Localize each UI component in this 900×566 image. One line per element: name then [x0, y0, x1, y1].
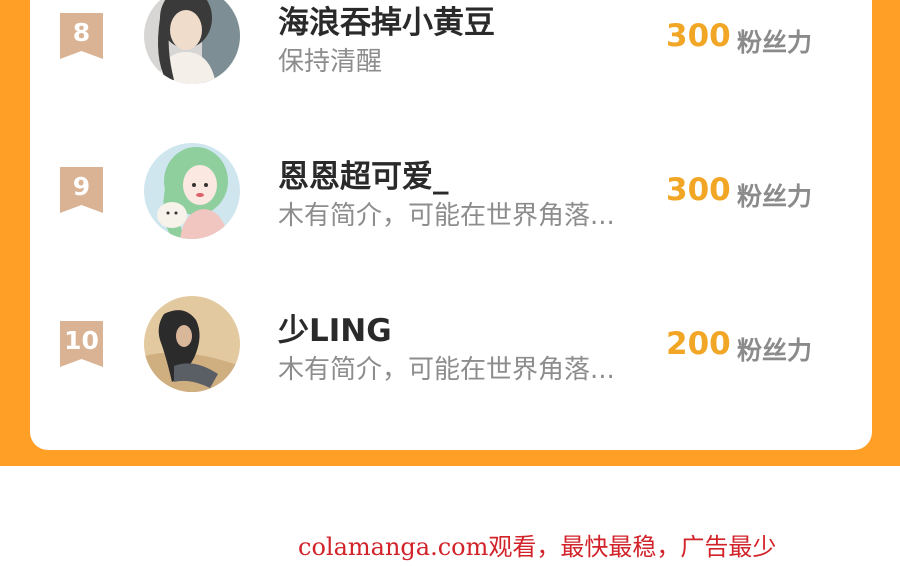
rank-number: 9 — [72, 172, 91, 201]
avatar[interactable] — [144, 296, 240, 392]
user-bio: 木有简介，可能在世界角落... — [278, 201, 615, 231]
user-bio: 木有简介，可能在世界角落... — [278, 355, 615, 385]
username[interactable]: 恩恩超可爱_ — [278, 151, 449, 196]
avatar-image — [144, 143, 240, 239]
user-bio: 保持清醒 — [278, 47, 383, 77]
rank-badge: 10 — [60, 321, 103, 367]
rank-badge: 9 — [60, 167, 103, 213]
fan-power-score: 200 — [666, 326, 731, 362]
fan-power-unit: 粉丝力 — [737, 182, 813, 211]
ranking-row[interactable]: 8 海浪吞掉小黄豆 保持清醒 300 粉丝力 — [0, 0, 900, 98]
rank-number: 10 — [64, 326, 99, 355]
username[interactable]: 少LING — [278, 305, 392, 350]
avatar-image — [144, 296, 240, 392]
rank-badge: 8 — [60, 13, 103, 59]
ranking-row[interactable]: 9 恩恩超可爱_ 木有简介，可能在世界角落... 300 粉丝力 — [0, 132, 900, 252]
username[interactable]: 海浪吞掉小黄豆 — [278, 0, 495, 42]
watermark-text: colamanga.com观看，最快最稳，广告最少 — [298, 533, 777, 561]
avatar-image — [144, 0, 240, 84]
ranking-row[interactable]: 10 少LING 木有简介，可能在世界角落... 200 粉丝力 — [0, 286, 900, 406]
fan-power-unit: 粉丝力 — [737, 336, 813, 365]
avatar[interactable] — [144, 143, 240, 239]
fan-power-score: 300 — [666, 18, 731, 54]
fan-power-unit: 粉丝力 — [737, 28, 813, 57]
avatar[interactable] — [144, 0, 240, 84]
fan-power-score: 300 — [666, 172, 731, 208]
rank-number: 8 — [72, 18, 91, 47]
